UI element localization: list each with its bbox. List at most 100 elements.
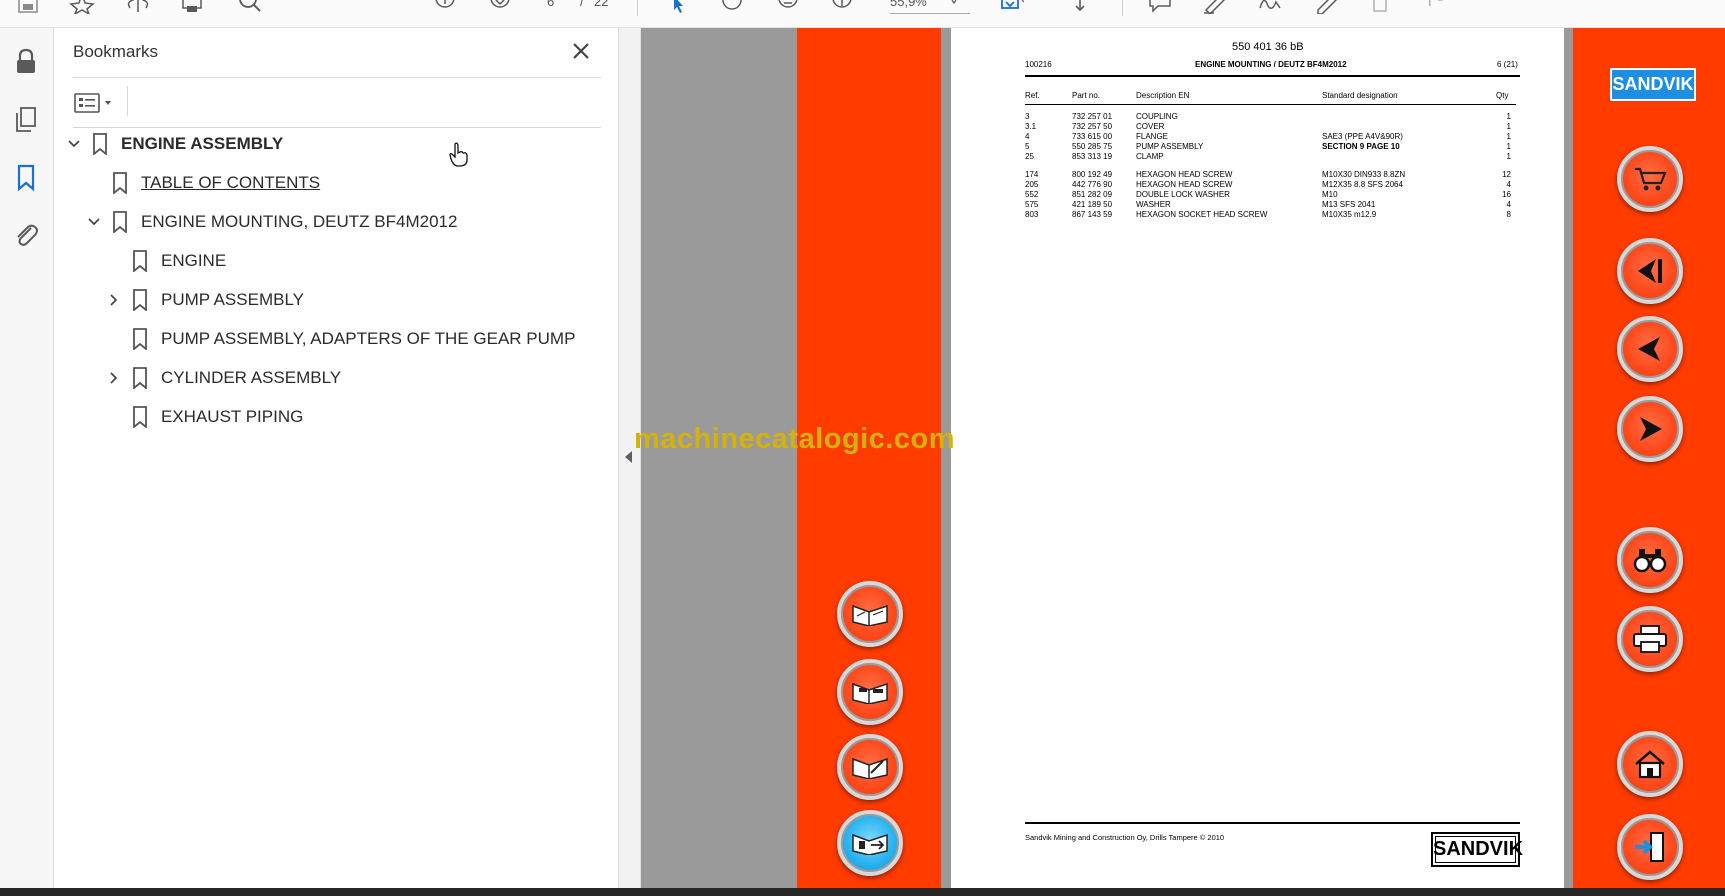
- table-row: 25 853 313 19 CLAMP 1: [1025, 152, 1515, 162]
- table-cell-qty: 4: [1506, 200, 1511, 209]
- chevron-down-icon[interactable]: [65, 135, 83, 153]
- bookmark-item[interactable]: TABLE OF CONTENTS: [85, 168, 320, 198]
- cloud-icon[interactable]: [124, 0, 152, 14]
- bookmark-item[interactable]: EXHAUST PIPING: [105, 402, 303, 432]
- bookmark-item[interactable]: PUMP ASSEMBLY, ADAPTERS OF THE GEAR PUMP: [105, 324, 575, 354]
- bookmark-options-button[interactable]: [73, 89, 119, 117]
- delete-icon[interactable]: [1366, 0, 1394, 14]
- bookmark-flag-icon: [131, 250, 149, 273]
- bookmark-item[interactable]: ENGINE MOUNTING, DEUTZ BF4M2012: [85, 207, 457, 237]
- table-cell-ref: 803: [1025, 210, 1039, 219]
- table-cell-std: M10X35 m12.9: [1322, 210, 1377, 219]
- rotate-icon[interactable]: [1422, 0, 1450, 14]
- page-number-input[interactable]: 6: [547, 0, 554, 9]
- panel-splitter[interactable]: [619, 28, 641, 888]
- table-row: 5 550 285 75 PUMP ASSEMBLY SECTION 9 PAGE 1…: [1025, 142, 1515, 152]
- bookmark-label: TABLE OF CONTENTS: [141, 173, 321, 192]
- bookmark-flag-icon: [91, 133, 109, 156]
- first-page-icon: [1638, 259, 1662, 283]
- zoom-in-icon[interactable]: [828, 0, 856, 14]
- save-icon[interactable]: [14, 0, 42, 14]
- bookmark-item[interactable]: PUMP ASSEMBLY: [105, 285, 304, 315]
- bookmarks-panel: Bookmarks ENGINE ASSEMBLY TABLE OF CONTEN…: [54, 28, 619, 888]
- top-toolbar: 6 / 22 55,9%: [0, 0, 1725, 28]
- zoom-dropdown-icon[interactable]: [940, 0, 968, 14]
- col-part: Part no.: [1072, 91, 1101, 100]
- arrow-left-icon: [1638, 337, 1660, 361]
- edit-icon[interactable]: [1312, 0, 1340, 15]
- col-qty: Qty: [1496, 91, 1509, 100]
- doc-footer-rule: [1025, 822, 1520, 824]
- fit-page-icon[interactable]: [996, 0, 1025, 14]
- table-cell-desc: HEXAGON HEAD SCREW: [1136, 170, 1233, 179]
- highlight-icon[interactable]: [1200, 0, 1228, 16]
- table-cell-std: SAE3 (PPE A4V&90R): [1322, 132, 1403, 141]
- chevron-down-icon[interactable]: [85, 213, 103, 231]
- exit-book-button[interactable]: [837, 810, 903, 876]
- chevron-right-icon[interactable]: [105, 369, 123, 387]
- table-cell-part: 733 615 00: [1072, 132, 1113, 141]
- bookmark-flag-icon: [131, 406, 149, 429]
- pages-icon[interactable]: [11, 104, 41, 134]
- book-hand-icon: [852, 604, 888, 626]
- bookmark-item[interactable]: ENGINE ASSEMBLY: [65, 129, 283, 159]
- page-down-icon[interactable]: [486, 0, 514, 14]
- table-cell-qty: 1: [1506, 132, 1511, 141]
- bookmark-icon[interactable]: [11, 162, 41, 192]
- close-panel-button[interactable]: [570, 40, 592, 62]
- doc-footer-text: Sandvik Mining and Construction Oy, Dril…: [1025, 833, 1225, 842]
- table-cell-qty: 1: [1506, 142, 1511, 151]
- doc-heading: ENGINE MOUNTING / DEUTZ BF4M2012: [1195, 60, 1347, 69]
- previous-page-button[interactable]: [1617, 316, 1683, 382]
- table-cell-desc: HEXAGON HEAD SCREW: [1136, 180, 1233, 189]
- table-cell-qty: 1: [1506, 112, 1511, 121]
- table-cell-ref: 575: [1025, 200, 1039, 209]
- print-button[interactable]: [1617, 606, 1683, 672]
- table-cell-ref: 25: [1025, 152, 1034, 161]
- table-cell-std: M13 SFS 2041: [1322, 200, 1376, 209]
- doc-code: 100216: [1025, 60, 1052, 69]
- bookmark-flag-icon: [131, 367, 149, 390]
- exit-button[interactable]: [1617, 814, 1683, 880]
- select-cursor-icon[interactable]: [664, 0, 692, 14]
- table-row: 174 800 192 49 HEXAGON HEAD SCREW M10X30 DI…: [1025, 170, 1515, 180]
- scroll-icon[interactable]: [1066, 0, 1094, 14]
- edit-book-button[interactable]: [837, 734, 903, 800]
- close-icon: [573, 43, 589, 59]
- bookmark-item[interactable]: ENGINE: [105, 246, 226, 276]
- hand-book-button[interactable]: [837, 581, 903, 647]
- table-cell-desc: PUMP ASSEMBLY: [1136, 142, 1204, 151]
- search-icon[interactable]: [236, 0, 264, 14]
- zoom-out-icon[interactable]: [774, 0, 802, 14]
- hand-tool-icon[interactable]: [718, 0, 746, 14]
- lock-icon[interactable]: [11, 46, 41, 76]
- attachment-icon[interactable]: [11, 220, 41, 250]
- collapse-arrow-icon[interactable]: [625, 451, 632, 463]
- star-icon[interactable]: [68, 0, 96, 16]
- table-cell-part: 732 257 01: [1072, 112, 1113, 121]
- list-options-icon: [74, 93, 111, 113]
- home-button[interactable]: [1617, 731, 1683, 797]
- next-page-button[interactable]: [1617, 396, 1683, 462]
- cart-button[interactable]: [1617, 146, 1683, 212]
- sandvik-logo[interactable]: SANDVIK: [1610, 68, 1696, 101]
- bookmark-label: ENGINE: [161, 251, 227, 270]
- table-cell-ref: 4: [1025, 132, 1030, 141]
- page-up-icon[interactable]: [431, 0, 459, 14]
- table-row: 575 421 189 50 WASHER M13 SFS 2041 4: [1025, 200, 1515, 210]
- bookmark-item[interactable]: CYLINDER ASSEMBLY: [105, 363, 341, 393]
- search-binoculars-button[interactable]: [1617, 527, 1683, 593]
- table-cell-part: 550 285 75: [1072, 142, 1113, 151]
- chevron-right-icon[interactable]: [105, 291, 123, 309]
- bookmark-label: ENGINE MOUNTING, DEUTZ BF4M2012: [141, 212, 458, 231]
- sandvik-footer-logo: SANDVIK: [1431, 832, 1523, 867]
- comment-icon[interactable]: [1146, 0, 1174, 14]
- first-page-button[interactable]: [1617, 238, 1683, 304]
- sign-icon[interactable]: [1256, 0, 1284, 14]
- table-header-rule: [1025, 104, 1516, 105]
- parts-book-button[interactable]: [837, 659, 903, 725]
- print-icon[interactable]: [178, 0, 206, 14]
